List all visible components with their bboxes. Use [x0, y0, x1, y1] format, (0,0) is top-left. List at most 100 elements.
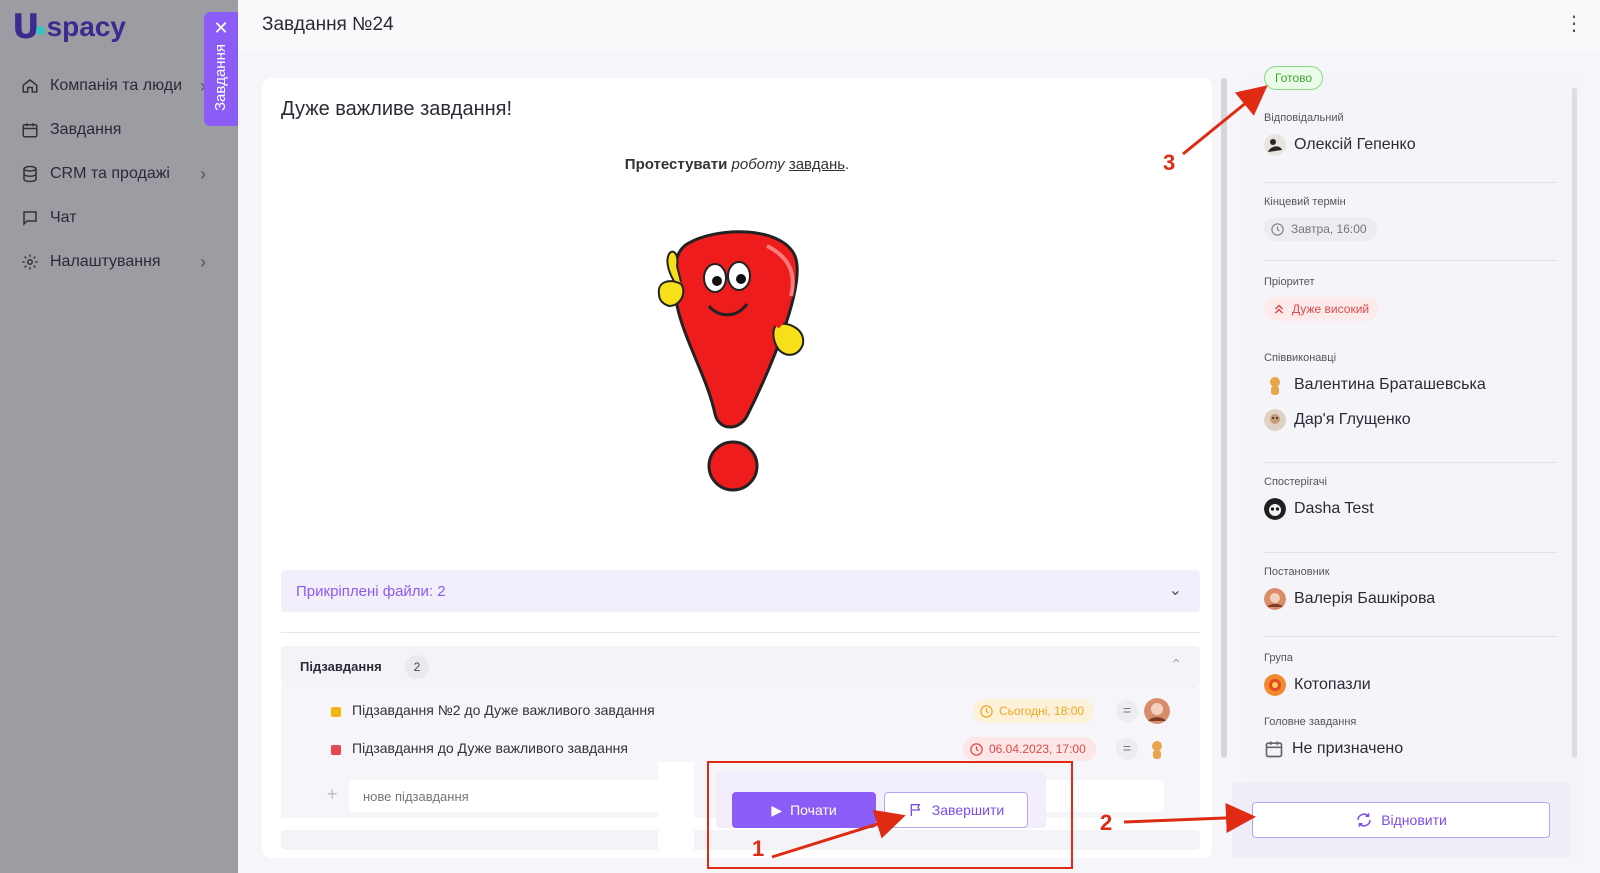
divider: [1264, 462, 1558, 463]
new-subtask-input[interactable]: [349, 780, 659, 812]
section-strip: [281, 830, 1200, 850]
new-subtask-extra-field[interactable]: [1026, 780, 1164, 812]
close-icon[interactable]: ✕: [204, 18, 238, 38]
finish-button[interactable]: Завершити: [884, 792, 1028, 828]
subtask-row[interactable]: Підзавдання №2 до Дуже важливого завданн…: [281, 692, 1200, 730]
desc-end: .: [845, 156, 850, 173]
group-item[interactable]: Котопазли: [1264, 674, 1558, 696]
plus-icon[interactable]: +: [327, 784, 338, 805]
parent-task-section: Головне завдання Не призначено: [1264, 716, 1558, 760]
subtask-row[interactable]: Підзавдання до Дуже важливого завдання 0…: [281, 730, 1200, 768]
subtasks-count-badge: 2: [405, 655, 429, 679]
database-icon: [20, 164, 40, 184]
responsible-section: Відповідальний Олексій Гепенко: [1264, 112, 1558, 156]
logo[interactable]: U spacy: [12, 10, 126, 44]
deadline-section: Кінцевий термін Завтра, 16:00: [1264, 196, 1558, 242]
more-menu-icon[interactable]: ⋮: [1564, 14, 1584, 34]
double-chevron-up-icon: [1274, 304, 1284, 314]
chevron-right-icon: ›: [200, 163, 206, 184]
coexecutor-person[interactable]: Валентина Браташевська: [1264, 374, 1558, 396]
avatar: [1264, 134, 1286, 156]
sidebar-item-settings[interactable]: Налаштування ›: [0, 240, 238, 284]
task-description: Протестувати роботу завдань.: [262, 156, 1212, 173]
coexecutors-label: Співвиконавці: [1264, 352, 1337, 364]
avatar[interactable]: [1144, 698, 1170, 724]
divider: [1264, 182, 1558, 183]
priority-normal-icon[interactable]: =: [1116, 700, 1138, 722]
divider: [281, 632, 1200, 633]
content-scrollbar[interactable]: [1221, 78, 1227, 758]
priority-normal-icon[interactable]: =: [1116, 738, 1138, 760]
attached-files-toggle[interactable]: Прикріплені файли: 2 ⌄: [281, 570, 1200, 612]
gear-icon: [20, 252, 40, 272]
page-title: Завдання №24: [262, 14, 394, 35]
refresh-icon: [1357, 813, 1371, 827]
responsible-person[interactable]: Олексій Гепенко: [1264, 134, 1558, 156]
subtask-deadline[interactable]: 06.04.2023, 17:00: [963, 737, 1096, 761]
priority-label: Пріоритет: [1264, 276, 1315, 288]
chevron-up-icon[interactable]: ⌃: [1170, 656, 1182, 673]
group-label: Група: [1264, 652, 1293, 664]
subtask-deadline-text: Сьогодні, 18:00: [999, 704, 1085, 718]
home-icon: [20, 76, 40, 96]
panel-edge: [658, 762, 694, 858]
details-scrollbar[interactable]: [1572, 88, 1577, 758]
creator-section: Постановник Валерія Башкірова: [1264, 566, 1558, 610]
sidebar-item-label: Налаштування: [50, 253, 161, 270]
subtask-deadline[interactable]: Сьогодні, 18:00: [973, 699, 1095, 723]
priority-value: Дуже високий: [1292, 302, 1370, 316]
parent-task-item[interactable]: Не призначено: [1264, 738, 1558, 760]
subtask-title[interactable]: Підзавдання до Дуже важливого завдання: [352, 740, 628, 756]
divider: [1264, 260, 1558, 261]
chevron-right-icon: ›: [200, 251, 206, 272]
start-button-label: Почати: [790, 802, 837, 818]
sidebar-item-tasks[interactable]: Завдання: [0, 108, 238, 152]
priority-badge[interactable]: Дуже високий: [1264, 297, 1380, 321]
group-section: Група Котопазли: [1264, 652, 1558, 696]
logo-text: spacy: [46, 11, 127, 42]
divider: [1264, 636, 1558, 637]
sidebar-item-label: Завдання: [50, 121, 122, 138]
sidebar-item-label: Компанія та люди: [50, 77, 183, 94]
flag-icon: [910, 804, 921, 816]
subtask-title[interactable]: Підзавдання №2 до Дуже важливого завданн…: [352, 702, 655, 718]
clock-icon: [970, 742, 983, 756]
restore-button[interactable]: Відновити: [1252, 802, 1550, 838]
coexecutor-name: Валентина Браташевська: [1294, 376, 1486, 393]
subtask-status-square: [331, 745, 341, 755]
avatar: [1264, 498, 1286, 520]
chat-icon: [20, 208, 40, 228]
logo-mark: U: [12, 7, 40, 47]
sidebar-item-chat[interactable]: Чат: [0, 196, 238, 240]
tasks-drawer-tab[interactable]: ✕ Завдання: [204, 12, 238, 126]
subtasks-header[interactable]: Підзавдання 2 ⌃: [281, 646, 1200, 688]
sidebar-item-crm[interactable]: CRM та продажі ›: [0, 152, 238, 196]
sidebar-item-label: CRM та продажі: [50, 165, 170, 182]
calendar-icon: [20, 120, 40, 140]
exclamation-mark-image: [657, 230, 805, 492]
priority-section: Пріоритет Дуже високий: [1264, 276, 1558, 321]
parent-task-label: Головне завдання: [1264, 716, 1357, 728]
start-button[interactable]: ▶ Почати: [732, 792, 876, 828]
observer-person[interactable]: Dasha Test: [1264, 498, 1558, 520]
creator-person[interactable]: Валерія Башкірова: [1264, 588, 1558, 610]
creator-name: Валерія Башкірова: [1294, 590, 1436, 607]
deadline-label: Кінцевий термін: [1264, 196, 1346, 208]
avatar: [1264, 588, 1286, 610]
desc-italic: роботу: [731, 156, 785, 173]
deadline-badge[interactable]: Завтра, 16:00: [1264, 217, 1377, 241]
group-name: Котопазли: [1294, 676, 1371, 693]
coexecutor-person[interactable]: Дар'я Глущенко: [1264, 409, 1558, 431]
observer-name: Dasha Test: [1294, 500, 1374, 517]
coexecutor-name: Дар'я Глущенко: [1294, 411, 1411, 428]
topbar: Завдання №24 ⋮: [238, 0, 1600, 52]
task-card: Дуже важливе завдання! Протестувати робо…: [262, 78, 1212, 858]
attached-files-label: Прикріплені файли: 2: [296, 582, 446, 600]
avatar[interactable]: [1144, 736, 1170, 762]
status-badge: Готово: [1264, 66, 1324, 90]
creator-label: Постановник: [1264, 566, 1330, 578]
sidebar-item-company[interactable]: Компанія та люди ›: [0, 64, 238, 108]
observers-section: Спостерігачі Dasha Test: [1264, 476, 1558, 520]
play-icon: ▶: [771, 801, 783, 818]
avatar: [1264, 374, 1286, 396]
